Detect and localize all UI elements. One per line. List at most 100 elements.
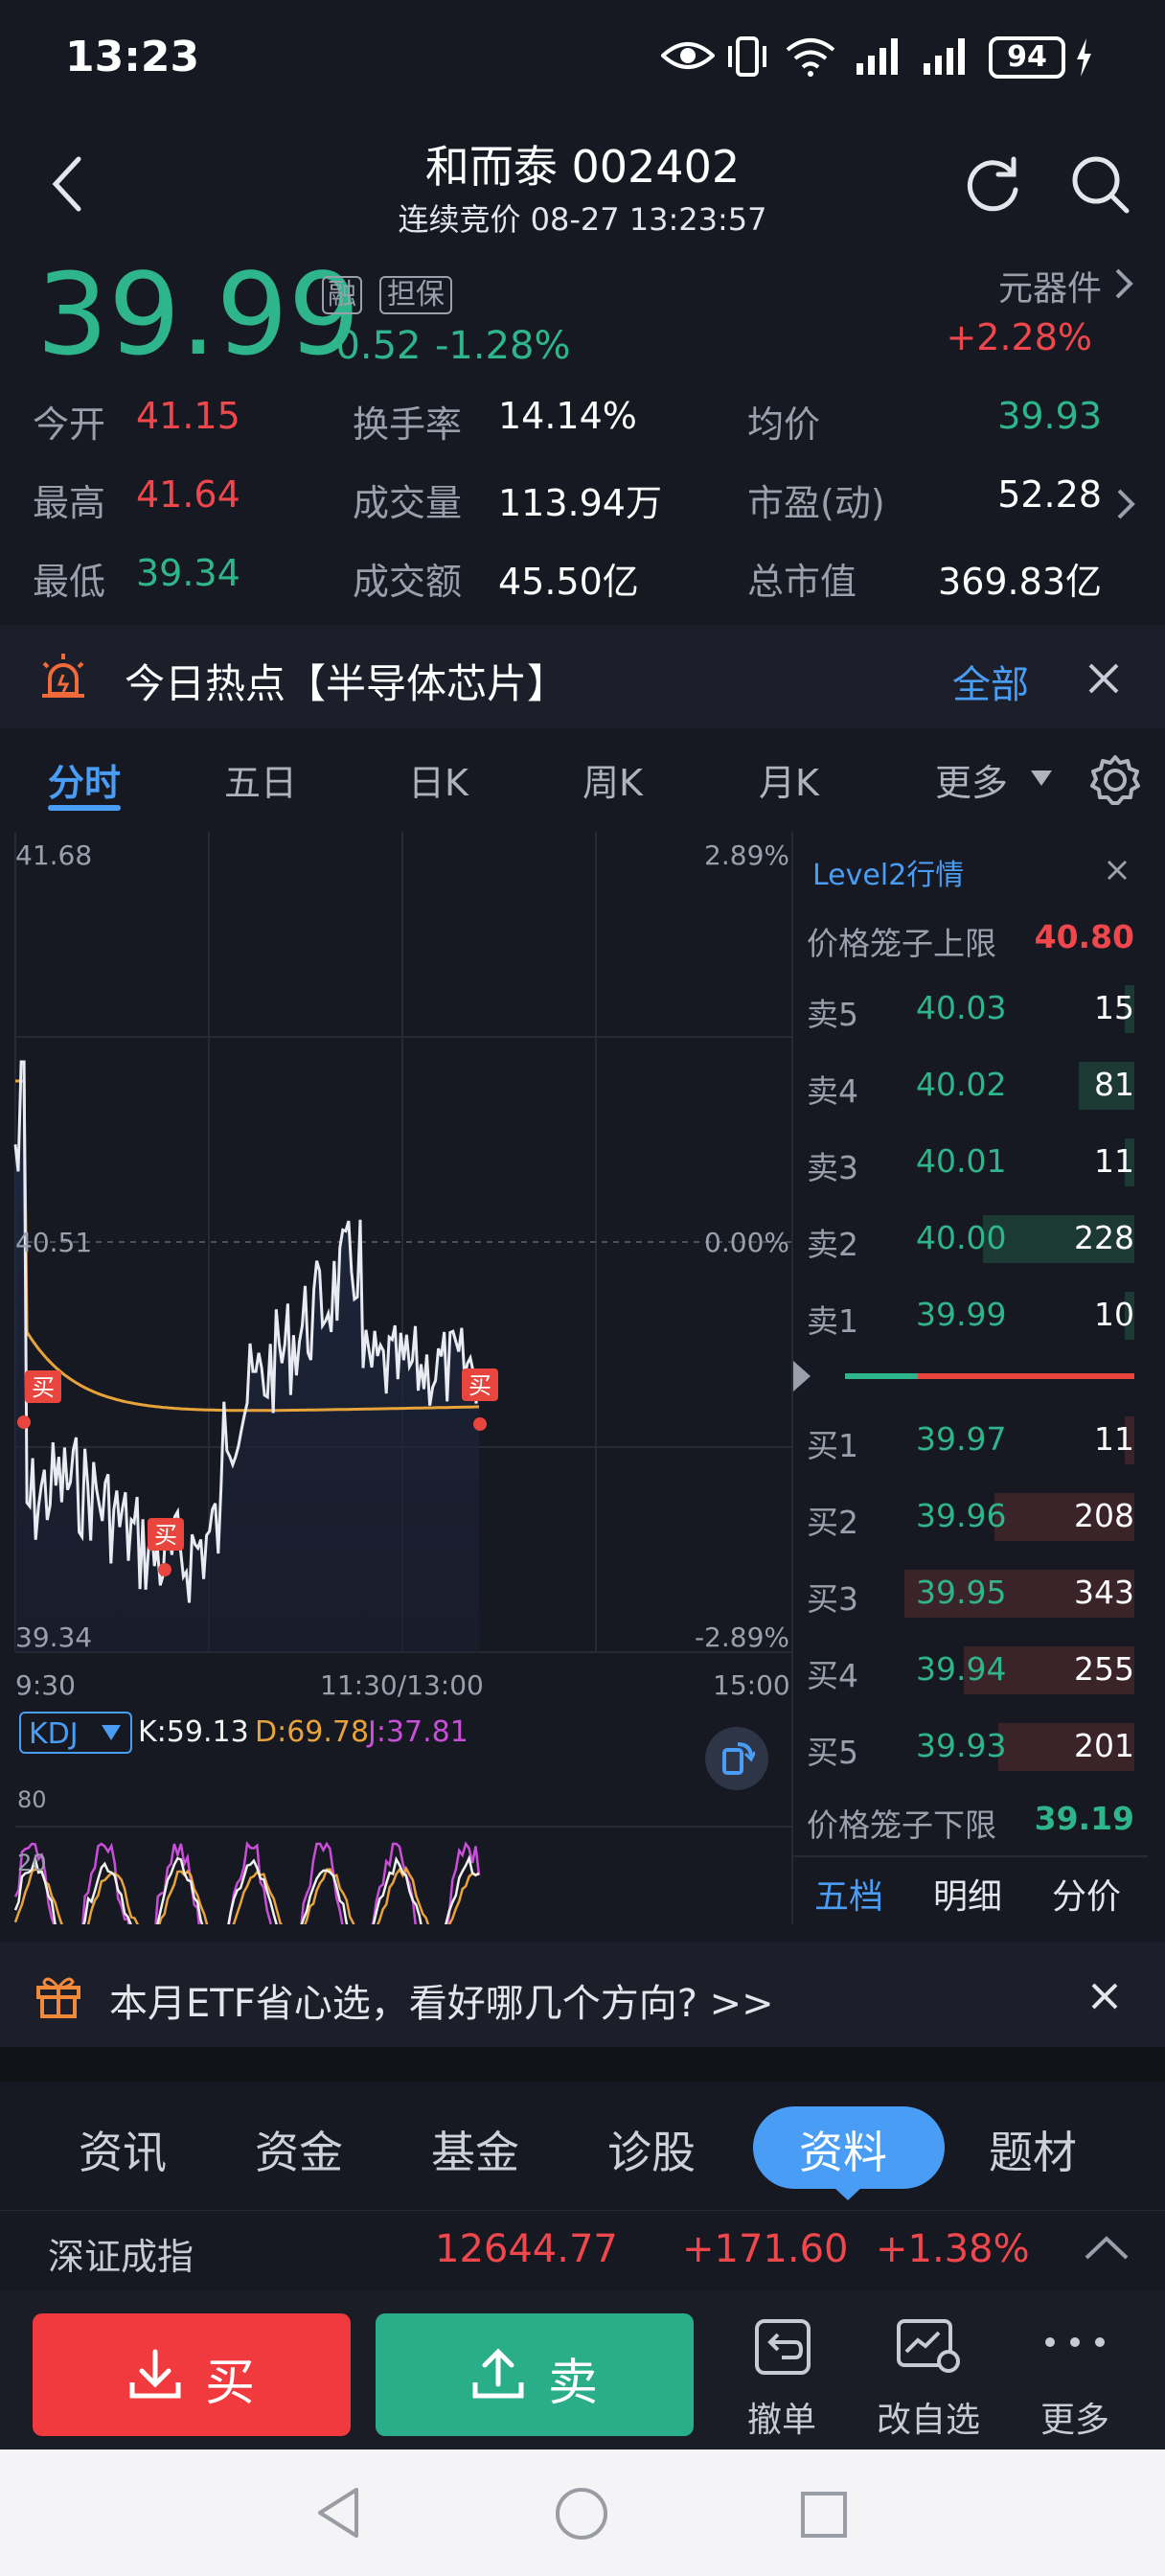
gear-icon[interactable] [1088,753,1142,807]
ask-row[interactable]: 卖5 40.03 15 [791,972,1148,1048]
kdj-j-value: J:37.81 [368,1715,468,1749]
gift-icon [36,1977,80,2018]
ask-row[interactable]: 卖2 40.00 228 [791,1202,1148,1278]
buy-button[interactable]: 买 [33,2313,351,2436]
cancel-order-button[interactable]: 撤单 [728,2312,835,2446]
tab-intraday[interactable]: 分时 [48,753,121,806]
index-name[interactable]: 深证成指 [48,2227,194,2280]
page-title: 和而泰 002402 [424,141,741,193]
bid-label: 买1 [807,1427,858,1464]
kdj-name: KDJ [29,1717,79,1751]
stat-label: 今开 [33,403,106,446]
chevron-up-icon[interactable] [1083,2233,1131,2262]
tab-weekly-k[interactable]: 周K [582,753,643,806]
alarm-icon [42,654,84,698]
sell-button[interactable]: 卖 [376,2313,694,2436]
tab-profile-active[interactable]: 资料 [753,2106,945,2189]
wifi-icon [786,38,835,77]
ask-row[interactable]: 卖3 40.01 11 [791,1125,1148,1202]
ask-row[interactable]: 卖4 40.02 81 [791,1048,1148,1125]
price-cage-upper-label: 价格笼子上限 [807,925,996,962]
index-change: +171.60 [682,2227,849,2271]
stat-label: 成交量 [353,482,463,524]
y-axis-max: 41.68 [15,840,93,871]
stat-value: 52.28 [997,473,1102,516]
time-axis-mid: 11:30/13:00 [320,1669,484,1701]
nav-home-icon[interactable] [554,2486,609,2542]
bid-price: 39.93 [916,1727,1007,1764]
svg-text:买: 买 [154,1522,177,1549]
status-time: 13:23 [65,33,200,81]
stat-label: 总市值 [747,561,857,603]
cancel-order-label: 撤单 [746,2401,816,2440]
hot-topic-all-link[interactable]: 全部 [952,654,1029,709]
bid-row[interactable]: 买4 39.94 255 [791,1633,1148,1710]
orderbook-tab-price-dist[interactable]: 分价 [1052,1869,1121,1919]
edit-watchlist-button[interactable]: 改自选 [866,2312,991,2446]
orderbook-tab-five-level[interactable]: 五档 [814,1869,883,1919]
kdj-level-80: 80 [17,1786,47,1813]
stat-label: 最高 [33,482,106,524]
caret-down-icon[interactable] [1029,769,1054,788]
download-arrow-icon [129,2349,181,2399]
tab-theme[interactable]: 题材 [989,2118,1077,2181]
bid-label: 买2 [807,1504,858,1541]
stat-label: 换手率 [353,403,463,446]
tab-indicator [48,805,121,811]
bid-row[interactable]: 买5 39.93 201 [791,1710,1148,1786]
stat-label: 最低 [33,561,106,603]
ask-row[interactable]: 卖1 39.99 10 [791,1278,1148,1355]
edit-watchlist-label: 改自选 [876,2401,980,2440]
more-dots-icon [1045,2337,1105,2347]
bid-row[interactable]: 买1 39.97 11 [791,1403,1148,1480]
kdj-selector[interactable]: KDJ [19,1712,132,1754]
intraday-chart[interactable]: 买 买 买 [0,832,791,1924]
refresh-icon[interactable] [964,155,1023,215]
tab-five-day[interactable]: 五日 [224,753,297,806]
bid-row[interactable]: 买3 39.95 343 [791,1556,1148,1633]
rotate-screen-button[interactable] [705,1727,768,1790]
page-subtitle: 连续竞价 08-27 13:23:57 [398,201,767,238]
ask-price: 40.02 [916,1066,1007,1103]
orderbook-tab-detail[interactable]: 明细 [933,1869,1002,1919]
ask-label: 卖1 [807,1302,858,1340]
pct-axis-min: -2.89% [694,1622,789,1653]
price-change-pct: -1.28% [435,324,571,368]
ask-volume: 10 [1094,1296,1134,1333]
tab-daily-k[interactable]: 日K [408,753,468,806]
margin-badge: 融 [322,276,362,314]
tab-monthly-k[interactable]: 月K [759,753,819,806]
bid-label: 买4 [807,1657,858,1694]
more-button[interactable]: 更多 [1021,2312,1129,2446]
tab-diagnosis[interactable]: 诊股 [607,2118,696,2181]
ask-label: 卖4 [807,1072,858,1110]
hot-topic-text: 今日热点【半导体芯片】 [125,660,568,707]
stats-more-chevron-icon[interactable] [1115,487,1136,521]
nav-back-icon[interactable] [312,2484,366,2542]
ask-label: 卖3 [807,1149,858,1186]
index-value: 12644.77 [435,2227,618,2271]
tab-fund[interactable]: 基金 [431,2118,519,2181]
search-icon[interactable] [1069,153,1131,215]
stat-value: 41.64 [136,473,240,516]
more-label: 更多 [1039,2401,1109,2440]
close-icon[interactable] [1086,661,1121,696]
back-icon[interactable] [50,155,84,213]
chevron-right-icon[interactable] [1113,266,1134,301]
svg-text:买: 买 [468,1372,491,1399]
tab-pointer [834,2187,862,2200]
sector-link[interactable]: 元器件 [920,261,1102,310]
ad-close-icon[interactable] [1090,1982,1119,2011]
bid-row[interactable]: 买2 39.96 208 [791,1480,1148,1556]
kdj-d-value: D:69.78 [255,1715,370,1749]
stat-label: 市盈(动) [747,482,885,524]
bid-volume: 11 [1094,1420,1134,1458]
ask-volume: 15 [1094,989,1134,1026]
tab-more[interactable]: 更多 [935,753,1008,806]
tab-news[interactable]: 资讯 [79,2118,167,2181]
nav-recents-icon[interactable] [799,2490,849,2540]
time-axis-start: 9:30 [15,1669,76,1701]
tab-funds-flow[interactable]: 资金 [255,2118,343,2181]
stat-value: 113.94万 [498,482,662,524]
orderbook-close-icon[interactable] [1106,859,1129,882]
